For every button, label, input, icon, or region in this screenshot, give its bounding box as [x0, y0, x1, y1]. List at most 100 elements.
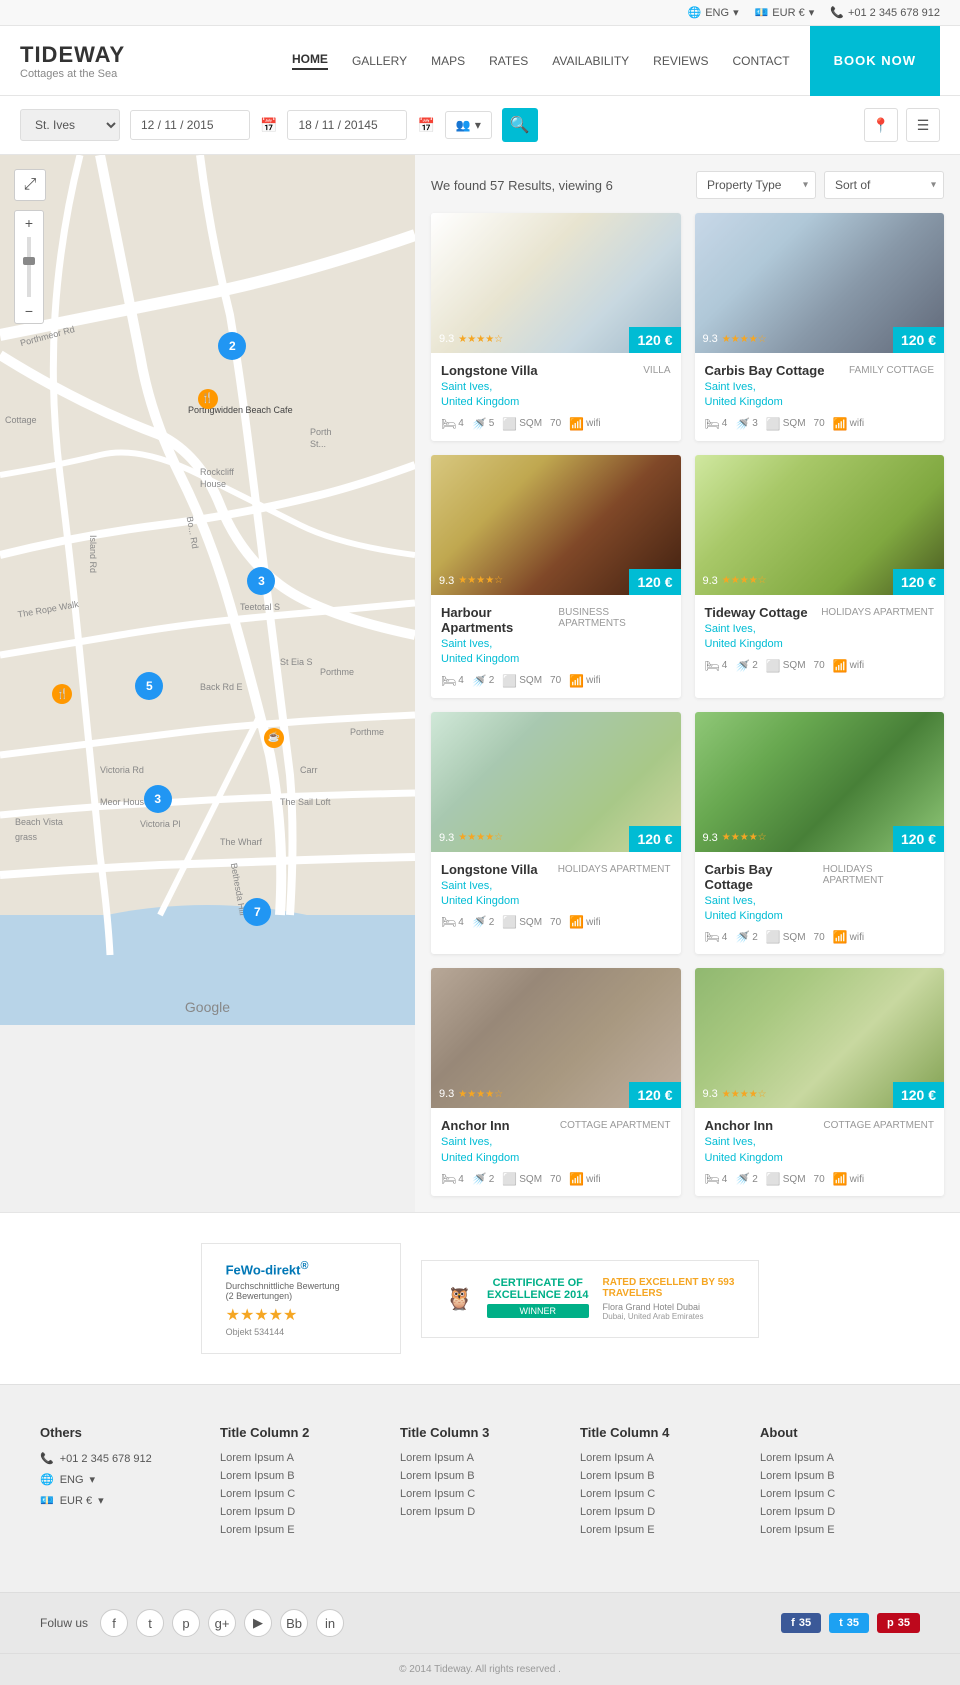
twitter-social-icon[interactable]: t [136, 1609, 164, 1637]
footer-about-link-e[interactable]: Lorem Ipsum E [760, 1524, 920, 1536]
footer-social: Foluw us f t p g+ ▶ Bb in f 35 t 35 p 35 [0, 1592, 960, 1653]
footer-col2-link-e[interactable]: Lorem Ipsum E [220, 1524, 380, 1536]
zoom-out-button[interactable]: − [15, 299, 43, 323]
footer-about-link-c[interactable]: Lorem Ipsum C [760, 1488, 920, 1500]
sqm-value: SQM [783, 932, 806, 943]
map-pin-7[interactable]: 7 [243, 898, 271, 926]
map-food-pin-1[interactable]: 🍴 [198, 389, 218, 409]
rating-stars: ★★★★☆ [458, 1089, 503, 1100]
footer-about-link-d[interactable]: Lorem Ipsum D [760, 1506, 920, 1518]
facebook-badge[interactable]: f 35 [781, 1613, 821, 1633]
map-pin-5[interactable]: 5 [135, 672, 163, 700]
nav-maps[interactable]: MAPS [431, 54, 465, 68]
property-card[interactable]: 9.3 ★★★★☆ 120 € Anchor Inn COTTAGE APART… [695, 968, 945, 1196]
pinterest-social-icon[interactable]: p [172, 1609, 200, 1637]
googleplus-social-icon[interactable]: g+ [208, 1609, 236, 1637]
svg-text:Back Rd E: Back Rd E [200, 682, 243, 692]
book-now-button[interactable]: BOOK NOW [810, 26, 940, 96]
card-image: 9.3 ★★★★☆ 120 € [431, 712, 681, 852]
property-card[interactable]: 9.3 ★★★★☆ 120 € Longstone Villa HOLIDAYS… [431, 712, 681, 955]
map-pin-2[interactable]: 2 [218, 332, 246, 360]
sqm-value: SQM [519, 418, 542, 429]
behance-social-icon[interactable]: Bb [280, 1609, 308, 1637]
footer-col2-link-b[interactable]: Lorem Ipsum B [220, 1470, 380, 1482]
footer-col4-link-a[interactable]: Lorem Ipsum A [580, 1452, 740, 1464]
globe-icon: 🌐 [688, 6, 702, 19]
pinterest-badge[interactable]: p 35 [877, 1613, 920, 1633]
card-location[interactable]: Saint Ives,United Kingdom [441, 1135, 671, 1166]
currency-selector[interactable]: 💶 EUR € ▾ [755, 6, 815, 19]
nav-availability[interactable]: AVAILABILITY [552, 54, 629, 68]
guests-select[interactable]: 👥 ▾ [445, 111, 492, 139]
map-food-pin-2[interactable]: 🍴 [52, 684, 72, 704]
footer-col3-link-c[interactable]: Lorem Ipsum C [400, 1488, 560, 1500]
card-title: Longstone Villa [441, 363, 538, 378]
property-card[interactable]: 9.3 ★★★★☆ 120 € Carbis Bay Cottage FAMIL… [695, 213, 945, 441]
brand-name: TIDEWAY [20, 42, 125, 68]
card-location[interactable]: Saint Ives,United Kingdom [705, 380, 935, 411]
property-card[interactable]: 9.3 ★★★★☆ 120 € Anchor Inn COTTAGE APART… [431, 968, 681, 1196]
linkedin-social-icon[interactable]: in [316, 1609, 344, 1637]
zoom-slider[interactable] [27, 237, 31, 297]
rating-value: 9.3 [439, 575, 454, 587]
footer-currency-selector[interactable]: 💶 EUR € ▾ [40, 1494, 200, 1507]
footer-col2-link-a[interactable]: Lorem Ipsum A [220, 1452, 380, 1464]
footer-col2-link-c[interactable]: Lorem Ipsum C [220, 1488, 380, 1500]
footer-col4-link-c[interactable]: Lorem Ipsum C [580, 1488, 740, 1500]
tripadvisor-award: 🦉 CERTIFICATE OFEXCELLENCE 2014 WINNER R… [421, 1260, 760, 1338]
nav-contact[interactable]: CONTACT [733, 54, 790, 68]
baths-amenity: 🚿 2 [735, 1172, 758, 1186]
footer-col4-link-d[interactable]: Lorem Ipsum D [580, 1506, 740, 1518]
footer-about-link-b[interactable]: Lorem Ipsum B [760, 1470, 920, 1482]
property-card[interactable]: 9.3 ★★★★☆ 120 € Harbour Apartments BUSIN… [431, 455, 681, 698]
map-pin-3a[interactable]: 3 [247, 567, 275, 595]
footer-col3-link-d[interactable]: Lorem Ipsum D [400, 1506, 560, 1518]
nav-rates[interactable]: RATES [489, 54, 528, 68]
svg-text:Cottage: Cottage [5, 415, 37, 425]
footer-phone[interactable]: 📞 +01 2 345 678 912 [40, 1452, 200, 1465]
map-food-pin-3[interactable]: ☕ [264, 728, 284, 748]
property-card[interactable]: 9.3 ★★★★☆ 120 € Longstone Villa VILLA Sa… [431, 213, 681, 441]
sqm-number: 70 [550, 675, 561, 686]
card-location[interactable]: Saint Ives,United Kingdom [441, 637, 671, 668]
facebook-social-icon[interactable]: f [100, 1609, 128, 1637]
footer-col4-link-b[interactable]: Lorem Ipsum B [580, 1470, 740, 1482]
card-location[interactable]: Saint Ives,United Kingdom [705, 894, 935, 925]
zoom-in-button[interactable]: + [15, 211, 43, 235]
search-button[interactable]: 🔍 [502, 108, 538, 142]
nav-home[interactable]: HOME [292, 52, 328, 70]
footer-columns: Others 📞 +01 2 345 678 912 🌐 ENG ▾ 💶 EUR… [40, 1425, 920, 1542]
property-card[interactable]: 9.3 ★★★★☆ 120 € Carbis Bay Cottage HOLID… [695, 712, 945, 955]
beds-amenity: 🛏 4 [441, 1172, 464, 1186]
footer-lang-selector[interactable]: 🌐 ENG ▾ [40, 1473, 200, 1486]
property-card[interactable]: 9.3 ★★★★☆ 120 € Tideway Cottage HOLIDAYS… [695, 455, 945, 698]
card-location[interactable]: Saint Ives,United Kingdom [705, 1135, 935, 1166]
checkin-input[interactable] [130, 110, 250, 140]
nav-reviews[interactable]: REVIEWS [653, 54, 708, 68]
footer-col4-link-e[interactable]: Lorem Ipsum E [580, 1524, 740, 1536]
list-view-button[interactable]: ☰ [906, 108, 940, 142]
language-selector[interactable]: 🌐 ENG ▾ [688, 6, 739, 19]
footer-about-link-a[interactable]: Lorem Ipsum A [760, 1452, 920, 1464]
bath-icon: 🚿 [735, 930, 750, 944]
card-location[interactable]: Saint Ives,United Kingdom [441, 380, 671, 411]
map-expand-button[interactable]: ⤢ [14, 169, 46, 201]
checkout-input[interactable] [287, 110, 407, 140]
footer-col3-link-a[interactable]: Lorem Ipsum A [400, 1452, 560, 1464]
nav-gallery[interactable]: GALLERY [352, 54, 407, 68]
footer-col2-link-d[interactable]: Lorem Ipsum D [220, 1506, 380, 1518]
card-rating: 9.3 ★★★★☆ [703, 832, 767, 844]
tw-count: 35 [847, 1617, 859, 1629]
twitter-badge[interactable]: t 35 [829, 1613, 869, 1633]
footer-col3-link-b[interactable]: Lorem Ipsum B [400, 1470, 560, 1482]
card-location[interactable]: Saint Ives,United Kingdom [705, 622, 935, 653]
location-select[interactable]: St. Ives [20, 109, 120, 141]
brand: TIDEWAY Cottages at the Sea [20, 42, 125, 80]
youtube-social-icon[interactable]: ▶ [244, 1609, 272, 1637]
map-view-button[interactable]: 📍 [864, 108, 898, 142]
sort-select[interactable]: Sort of [824, 171, 944, 199]
map-pin-3b[interactable]: 3 [144, 785, 172, 813]
card-location[interactable]: Saint Ives,United Kingdom [441, 879, 671, 910]
property-type-select[interactable]: Property Type [696, 171, 816, 199]
map-background: Porthmeor Rd Island Rd Bo... Rd The Rope… [0, 155, 415, 1025]
